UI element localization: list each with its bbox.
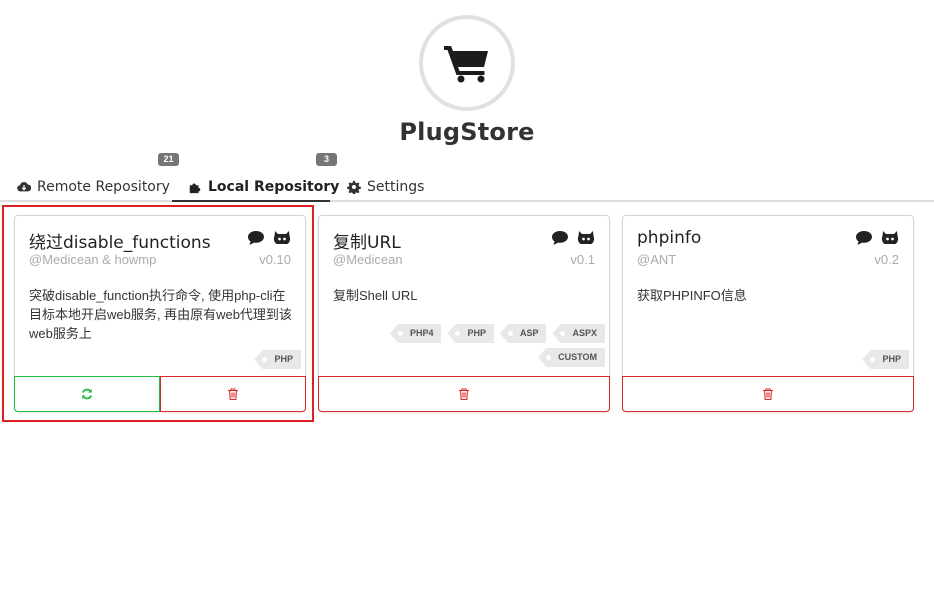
tag-label: PHP bbox=[862, 350, 909, 369]
plugin-version: v0.1 bbox=[570, 252, 595, 267]
tab-remote-repository[interactable]: Remote Repository bbox=[17, 172, 170, 202]
plugin-actions bbox=[14, 376, 306, 412]
plugin-version: v0.2 bbox=[874, 252, 899, 267]
plugin-author: @ANT bbox=[637, 252, 677, 267]
active-tab-indicator bbox=[172, 200, 330, 202]
github-icon[interactable] bbox=[577, 230, 595, 246]
tag-label: PHP bbox=[447, 324, 494, 343]
plugin-description: 获取PHPINFO信息 bbox=[637, 288, 747, 303]
puzzle-icon bbox=[189, 183, 201, 194]
trash-icon bbox=[228, 388, 238, 400]
trash-icon bbox=[459, 388, 469, 400]
tag-label: ASP bbox=[499, 324, 547, 343]
remote-count-badge: 21 bbox=[158, 153, 179, 166]
plugin-version: v0.10 bbox=[259, 252, 291, 267]
update-button[interactable] bbox=[14, 376, 160, 412]
app-logo bbox=[419, 15, 515, 111]
plugin-author: @Medicean & howmp bbox=[29, 252, 157, 267]
comment-icon[interactable] bbox=[855, 230, 873, 246]
shopping-cart-icon bbox=[444, 46, 488, 83]
github-icon[interactable] bbox=[881, 230, 899, 246]
tag-label: PHP4 bbox=[389, 324, 442, 343]
tag-label: ASPX bbox=[552, 324, 605, 343]
tab-label: Remote Repository bbox=[37, 179, 170, 195]
plugin-card-phpinfo: phpinfo @ANT v0.2 获取PHPINFO信息 PHP bbox=[622, 215, 914, 412]
plugin-description: 复制Shell URL bbox=[333, 288, 418, 303]
app-title: PlugStore bbox=[399, 118, 535, 146]
gear-icon bbox=[347, 180, 361, 194]
github-icon[interactable] bbox=[273, 230, 291, 246]
plugin-author: @Medicean bbox=[333, 252, 403, 267]
plugin-actions bbox=[318, 376, 610, 412]
delete-button[interactable] bbox=[318, 376, 610, 412]
plugin-description: 突破disable_function执行命令, 使用php-cli在目标本地开启… bbox=[29, 288, 292, 341]
comment-icon[interactable] bbox=[551, 230, 569, 246]
plugin-name: 复制URL bbox=[333, 233, 401, 253]
refresh-icon bbox=[81, 388, 93, 400]
cloud-download-icon bbox=[17, 182, 31, 192]
tab-settings[interactable]: Settings bbox=[347, 172, 424, 202]
plugin-actions bbox=[622, 376, 914, 412]
plugin-card-disable-functions: 绕过disable_functions @Medicean & howmp v0… bbox=[14, 215, 306, 412]
trash-icon bbox=[763, 388, 773, 400]
delete-button[interactable] bbox=[622, 376, 914, 412]
plugin-tags: PHP bbox=[629, 350, 909, 369]
plugin-tags: PHP4 PHP ASP ASPX CUSTOM bbox=[325, 324, 605, 367]
tag-label: CUSTOM bbox=[538, 348, 605, 367]
tab-label: Local Repository bbox=[208, 179, 340, 195]
delete-button[interactable] bbox=[160, 376, 306, 412]
plugin-name: 绕过disable_functions bbox=[29, 233, 211, 253]
tab-label: Settings bbox=[367, 179, 425, 195]
comment-icon[interactable] bbox=[247, 230, 265, 246]
tag-label: PHP bbox=[254, 350, 301, 369]
tab-local-repository[interactable]: Local Repository bbox=[188, 172, 339, 202]
plugin-name: phpinfo bbox=[637, 228, 702, 248]
local-count-badge: 3 bbox=[316, 153, 337, 166]
repository-tabs: Remote Repository 21 Local Repository 3 … bbox=[0, 150, 934, 202]
plugin-tags: PHP bbox=[21, 350, 301, 369]
plugin-card-copy-url: 复制URL @Medicean v0.1 复制Shell URL PHP4 PH… bbox=[318, 215, 610, 412]
